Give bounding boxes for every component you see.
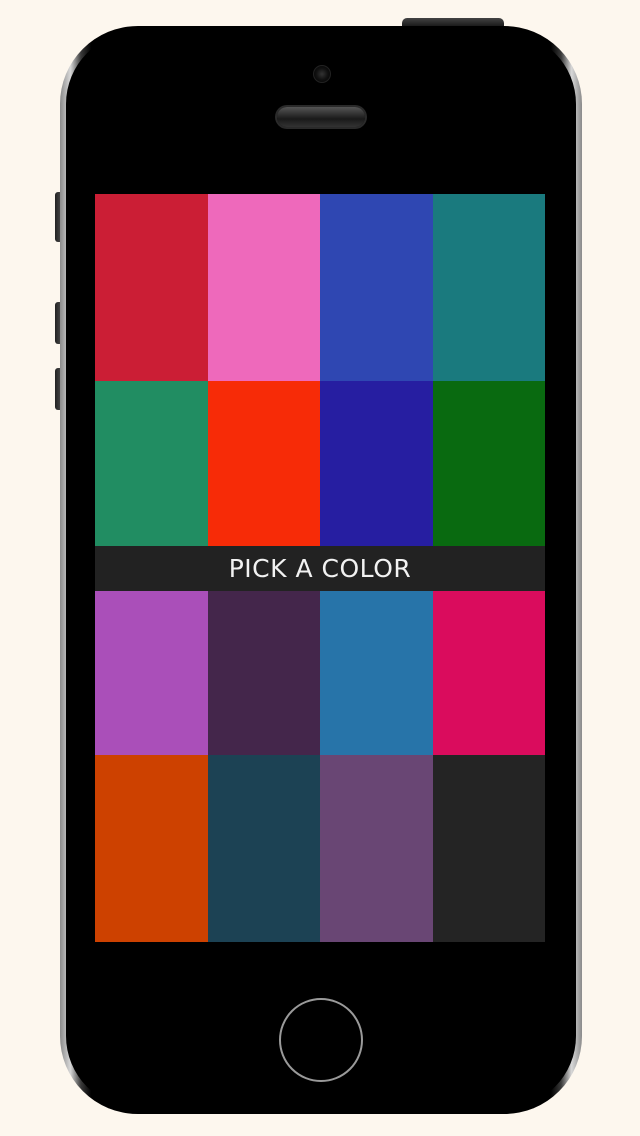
color-swatch-crimson[interactable] — [95, 194, 208, 381]
color-swatch-burnt-orange[interactable] — [95, 755, 208, 942]
page-title: PICK A COLOR — [228, 554, 412, 583]
color-swatch-slate[interactable] — [207, 755, 320, 942]
color-swatch-dark-green[interactable] — [432, 381, 545, 546]
color-swatch-pink[interactable] — [207, 194, 320, 381]
color-swatch-red-orange[interactable] — [207, 381, 320, 546]
title-bar: PICK A COLOR — [95, 546, 545, 591]
color-swatch-steel-blue[interactable] — [320, 591, 433, 755]
color-swatch-purple[interactable] — [95, 591, 208, 755]
color-swatch-indigo[interactable] — [320, 381, 433, 546]
color-grid-top — [95, 194, 545, 546]
home-button[interactable] — [279, 998, 363, 1082]
color-swatch-green[interactable] — [95, 381, 208, 546]
app-screen: PICK A COLOR — [95, 194, 545, 942]
color-grid-bottom — [95, 591, 545, 942]
color-swatch-royal-blue[interactable] — [320, 194, 433, 381]
earpiece-speaker — [277, 107, 365, 127]
color-swatch-plum[interactable] — [207, 591, 320, 755]
color-swatch-magenta[interactable] — [432, 591, 545, 755]
front-camera-icon — [313, 65, 331, 83]
color-swatch-mauve[interactable] — [320, 755, 433, 942]
stage: PICK A COLOR — [0, 0, 640, 1136]
color-swatch-teal[interactable] — [432, 194, 545, 381]
color-swatch-charcoal[interactable] — [432, 755, 545, 942]
